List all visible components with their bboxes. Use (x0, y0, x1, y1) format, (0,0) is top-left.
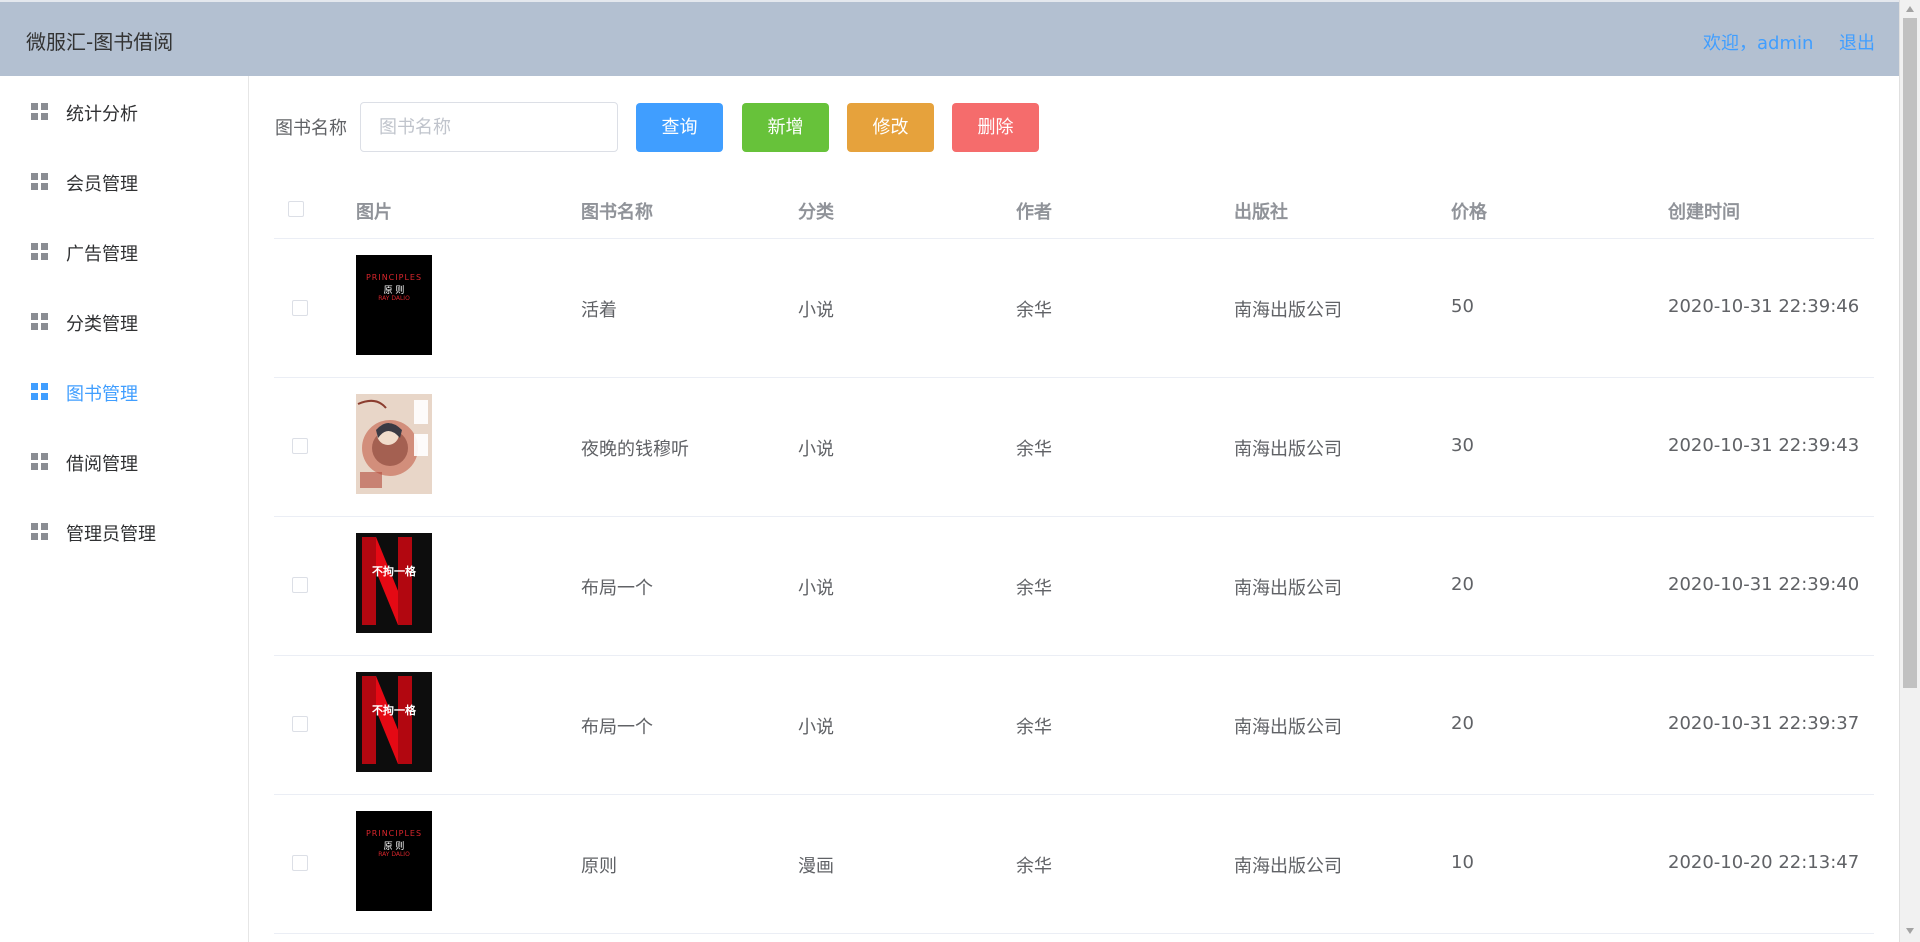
cover-title-text: 不拘一格 (372, 565, 416, 578)
column-header-name[interactable]: 图书名称 (581, 198, 653, 224)
logout-link[interactable]: 退出 (1839, 29, 1875, 55)
sidebar-item-members[interactable]: 会员管理 (0, 146, 248, 216)
book-cover-image: 不拘一格 (356, 533, 432, 633)
book-name-cell: 夜晚的钱穆听 (581, 439, 689, 460)
created-time-cell: 2020-10-31 22:39:46 (1668, 296, 1860, 317)
grid-icon (31, 173, 49, 191)
cover-title-text: PRINCIPLES (365, 829, 423, 838)
scrollbar-thumb[interactable] (1903, 18, 1917, 688)
book-name-cell: 活着 (581, 300, 617, 321)
row-checkbox[interactable] (292, 300, 308, 316)
sidebar-item-ads[interactable]: 广告管理 (0, 216, 248, 286)
scroll-up-arrow-icon[interactable] (1906, 6, 1914, 12)
category-cell: 小说 (798, 717, 834, 738)
select-all-checkbox[interactable] (288, 201, 304, 217)
table-row[interactable]: 不拘一格 布局一个 小说 余华 南海出版公司 20 2020-10-31 22:… (274, 517, 1874, 656)
column-header-created-time[interactable]: 创建时间 (1668, 198, 1740, 224)
publisher-cell: 南海出版公司 (1234, 300, 1342, 321)
sidebar-item-label: 借阅管理 (66, 454, 138, 475)
delete-button[interactable]: 删除 (952, 103, 1039, 152)
publisher-cell: 南海出版公司 (1234, 717, 1342, 738)
book-name-search-input[interactable] (360, 102, 618, 152)
scroll-down-arrow-icon[interactable] (1906, 928, 1914, 934)
netflix-cover-art (356, 533, 432, 633)
price-cell: 10 (1451, 852, 1474, 873)
sidebar: 统计分析 会员管理 广告管理 分类管理 图书管理 借阅管理 管理员管理 (0, 76, 249, 942)
table-row[interactable]: 夜晚的钱穆听 小说 余华 南海出版公司 30 2020-10-31 22:39:… (274, 378, 1874, 517)
table-header: 图片 图书名称 分类 作者 出版社 价格 创建时间 (274, 178, 1874, 239)
price-cell: 20 (1451, 574, 1474, 595)
book-name-cell: 原则 (581, 856, 617, 877)
grid-icon (31, 243, 49, 261)
sidebar-item-label: 管理员管理 (66, 524, 156, 545)
manga-cover-art (356, 394, 432, 494)
search-label: 图书名称 (275, 118, 347, 139)
grid-icon (31, 453, 49, 471)
table-row[interactable]: PRINCIPLES 原 则 RAY DALIO 活着 小说 余华 南海出版公司… (274, 239, 1874, 378)
column-header-author[interactable]: 作者 (1016, 198, 1052, 224)
author-cell: 余华 (1016, 856, 1052, 877)
welcome-user-link[interactable]: 欢迎，admin (1703, 29, 1813, 55)
book-cover-image: PRINCIPLES 原 则 RAY DALIO (356, 255, 432, 355)
publisher-cell: 南海出版公司 (1234, 439, 1342, 460)
grid-icon (31, 523, 49, 541)
row-checkbox[interactable] (292, 577, 308, 593)
column-header-category[interactable]: 分类 (798, 198, 834, 224)
price-cell: 20 (1451, 713, 1474, 734)
price-cell: 30 (1451, 435, 1474, 456)
category-cell: 小说 (798, 300, 834, 321)
sidebar-item-label: 统计分析 (66, 104, 138, 125)
price-cell: 50 (1451, 296, 1474, 317)
author-cell: 余华 (1016, 717, 1052, 738)
row-checkbox[interactable] (292, 855, 308, 871)
cover-title-text: PRINCIPLES (365, 273, 423, 282)
publisher-cell: 南海出版公司 (1234, 856, 1342, 877)
sidebar-item-borrowing[interactable]: 借阅管理 (0, 426, 248, 496)
book-cover-image: PRINCIPLES 原 则 RAY DALIO (356, 811, 432, 911)
app-title: 微服汇-图书借阅 (26, 30, 174, 54)
author-cell: 余华 (1016, 439, 1052, 460)
table-row[interactable]: 不拘一格 布局一个 小说 余华 南海出版公司 20 2020-10-31 22:… (274, 656, 1874, 795)
sidebar-item-categories[interactable]: 分类管理 (0, 286, 248, 356)
created-time-cell: 2020-10-31 22:39:37 (1668, 713, 1860, 734)
table-row[interactable]: PRINCIPLES 原 则 RAY DALIO 原则 漫画 余华 南海出版公司… (274, 795, 1874, 934)
row-checkbox[interactable] (292, 438, 308, 454)
book-name-cell: 布局一个 (581, 717, 653, 738)
book-cover-image: 不拘一格 (356, 672, 432, 772)
page-scrollbar[interactable] (1899, 0, 1920, 942)
sidebar-item-label: 分类管理 (66, 314, 138, 335)
sidebar-item-label: 广告管理 (66, 244, 138, 265)
author-cell: 余华 (1016, 300, 1052, 321)
query-button[interactable]: 查询 (636, 103, 723, 152)
grid-icon (31, 383, 49, 401)
created-time-cell: 2020-10-31 22:39:40 (1668, 574, 1860, 595)
sidebar-item-label: 图书管理 (66, 384, 138, 405)
add-button[interactable]: 新增 (742, 103, 829, 152)
grid-icon (31, 103, 49, 121)
cover-title-text: 不拘一格 (372, 704, 416, 717)
category-cell: 小说 (798, 439, 834, 460)
book-cover-image (356, 394, 432, 494)
column-header-publisher[interactable]: 出版社 (1234, 198, 1288, 224)
publisher-cell: 南海出版公司 (1234, 578, 1342, 599)
sidebar-item-admins[interactable]: 管理员管理 (0, 496, 248, 566)
top-header: 微服汇-图书借阅 欢迎，admin 退出 (0, 0, 1899, 76)
author-cell: 余华 (1016, 578, 1052, 599)
book-name-cell: 布局一个 (581, 578, 653, 599)
cover-author-text: RAY DALIO (378, 851, 410, 858)
category-cell: 小说 (798, 578, 834, 599)
grid-icon (31, 313, 49, 331)
row-checkbox[interactable] (292, 716, 308, 732)
column-header-image[interactable]: 图片 (356, 198, 392, 224)
created-time-cell: 2020-10-31 22:39:43 (1668, 435, 1860, 456)
column-header-price[interactable]: 价格 (1451, 198, 1487, 224)
sidebar-item-label: 会员管理 (66, 174, 138, 195)
cover-author-text: RAY DALIO (378, 295, 410, 302)
created-time-cell: 2020-10-20 22:13:47 (1668, 852, 1860, 873)
netflix-cover-art (356, 672, 432, 772)
sidebar-item-statistics[interactable]: 统计分析 (0, 76, 248, 146)
sidebar-item-books[interactable]: 图书管理 (0, 356, 248, 426)
category-cell: 漫画 (798, 856, 834, 877)
edit-button[interactable]: 修改 (847, 103, 934, 152)
